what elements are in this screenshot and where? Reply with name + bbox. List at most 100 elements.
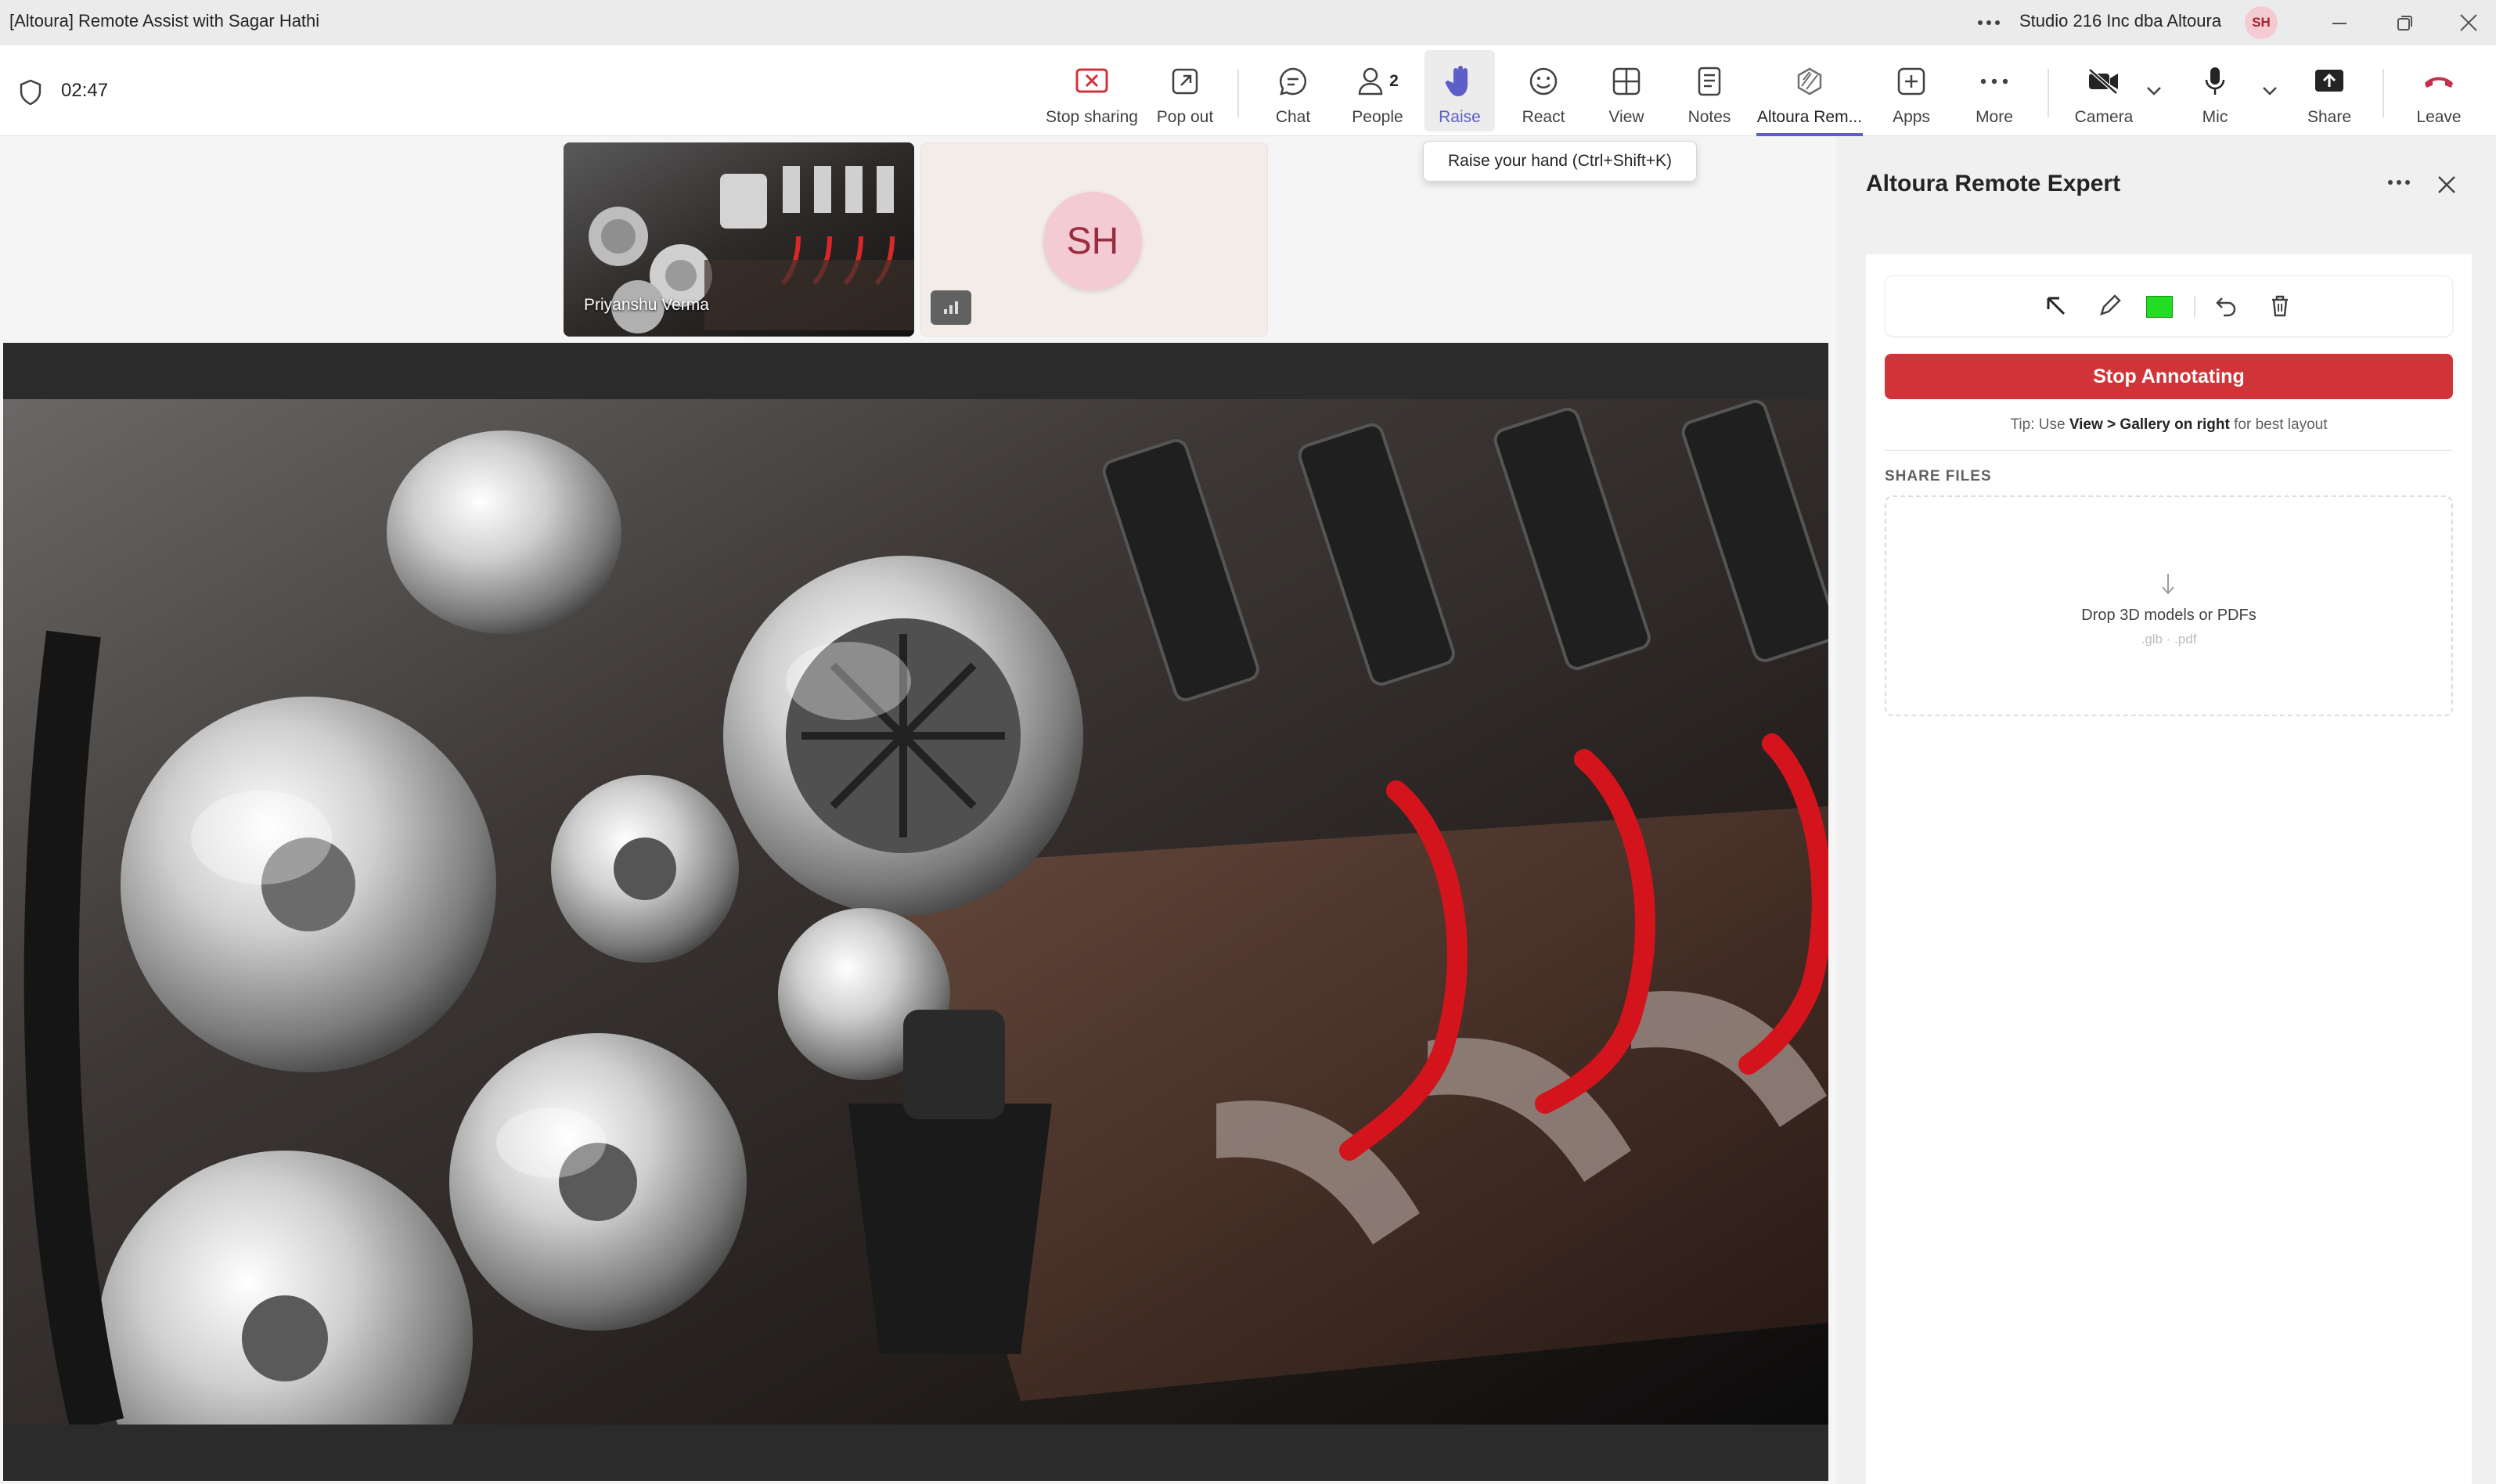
pop-out-label: Pop out [1156,108,1214,126]
raise-label: Raise [1439,108,1481,126]
more-dots-icon [1980,78,2008,85]
clear-annotations-button[interactable] [2266,292,2294,320]
stop-sharing-label: Stop sharing [1046,108,1138,126]
minimize-button[interactable] [2323,14,2354,33]
leave-button[interactable]: Leave [2406,45,2472,136]
title-bar: [Altoura] Remote Assist with Sagar Hathi… [0,0,2496,45]
file-drop-zone[interactable]: Drop 3D models or PDFs .glb · .pdf [1885,495,2453,716]
close-icon [2460,14,2477,31]
view-label: View [1608,108,1644,126]
notes-icon [1698,67,1721,96]
participant-name: Priyanshu Verma [584,296,709,314]
notes-label: Notes [1687,108,1731,126]
color-swatch-button[interactable] [2146,296,2173,318]
smiley-icon [1529,67,1558,95]
tip-prefix: Tip: Use [2010,416,2069,433]
share-files-heading: SHARE FILES [1885,468,1992,484]
panel-content [1866,254,2472,1484]
window-title: [Altoura] Remote Assist with Sagar Hathi [9,11,320,31]
engine-photo-illustration [3,399,1828,1425]
pop-out-button[interactable]: Pop out [1144,45,1226,136]
pen-tool-button[interactable] [2095,292,2123,320]
stop-sharing-button[interactable]: Stop sharing [1033,45,1151,136]
mic-button[interactable]: Mic [2184,45,2246,136]
minimize-icon [2332,23,2347,24]
raise-hand-tooltip: Raise your hand (Ctrl+Shift+K) [1423,141,1697,182]
apps-button[interactable]: Apps [1880,45,1943,136]
user-avatar[interactable]: SH [2245,6,2278,39]
more-button[interactable]: More [1963,45,2026,136]
mic-label: Mic [2202,108,2228,126]
download-arrow-icon [2159,572,2177,597]
meeting-toolbar: 02:47 Stop sharing Pop out Chat 2 People… [0,45,2496,136]
people-count: 2 [1389,72,1399,90]
more-label: More [1976,108,2013,126]
signal-bars-icon [944,301,958,314]
raise-hand-button[interactable]: Raise [1424,50,1495,131]
drop-zone-text: Drop 3D models or PDFs [2081,607,2256,624]
participant-avatar: SH [1043,192,1142,290]
panel-title: Altoura Remote Expert [1866,171,2121,196]
more-dots-icon [2388,180,2410,185]
chat-button[interactable]: Chat [1262,45,1324,136]
apps-label: Apps [1893,108,1930,126]
tip-suffix: for best layout [2229,416,2328,433]
grid-view-icon [1612,67,1641,95]
annotation-toolbar [1885,276,2453,337]
participant-tile-video[interactable]: Priyanshu Verma [564,142,914,337]
restore-icon [2397,16,2412,31]
chevron-down-icon [2263,87,2277,95]
altoura-logo-icon [1797,67,1822,95]
react-label: React [1522,108,1565,126]
divider [1885,450,2453,451]
layout-tip: Tip: Use View > Gallery on right for bes… [1885,416,2453,434]
react-button[interactable]: React [1512,45,1575,136]
altoura-app-tab[interactable]: Altoura Rem... [1756,45,1863,136]
arrow-pointer-icon [2047,297,2066,315]
view-button[interactable]: View [1595,45,1658,136]
chevron-down-icon [2147,87,2161,95]
shared-engine-image [3,399,1828,1425]
panel-options-button[interactable] [2387,178,2411,186]
toolbar-divider [2383,69,2384,117]
share-screen-icon [2315,70,2343,92]
toolbar-divider [1237,69,1239,117]
camera-button[interactable]: Camera [2066,45,2141,136]
hang-up-icon [2425,77,2453,88]
mic-options-button[interactable] [2260,85,2279,97]
tip-bold: View > Gallery on right [2069,416,2230,433]
undo-button[interactable] [2213,292,2241,320]
people-icon [1358,67,1383,95]
close-window-button[interactable] [2453,11,2484,34]
camera-off-icon [2088,68,2118,95]
share-label: Share [2307,108,2352,126]
microphone-icon [2205,67,2225,95]
toolbar-divider [2194,297,2195,317]
raise-hand-icon [1445,66,1468,96]
people-button[interactable]: 2 People [1343,45,1412,136]
undo-icon [2216,297,2236,317]
drop-zone-formats: .glb · .pdf [2141,632,2197,647]
pencil-icon [2100,294,2121,315]
window-more-button[interactable] [1977,0,2001,45]
close-icon [2438,176,2455,193]
notes-button[interactable]: Notes [1678,45,1741,136]
share-button[interactable]: Share [2298,45,2361,136]
color-swatch [2147,297,2172,317]
leave-label: Leave [2416,108,2462,126]
camera-label: Camera [2074,108,2134,126]
meeting-timer: 02:47 [61,80,109,101]
org-name: Studio 216 Inc dba Altoura [2019,11,2222,31]
pointer-tool-button[interactable] [2042,292,2070,320]
panel-close-button[interactable] [2434,172,2459,197]
altoura-label: Altoura Rem... [1756,108,1863,126]
participant-tile-avatar[interactable]: SH [920,142,1268,337]
camera-options-button[interactable] [2145,85,2163,97]
people-label: People [1352,108,1403,126]
more-dots-icon [1978,20,2000,25]
add-app-icon [1897,67,1925,95]
shield-icon [17,78,44,106]
restore-button[interactable] [2389,13,2420,34]
stop-annotating-button[interactable]: Stop Annotating [1885,354,2453,399]
chat-label: Chat [1275,108,1311,126]
